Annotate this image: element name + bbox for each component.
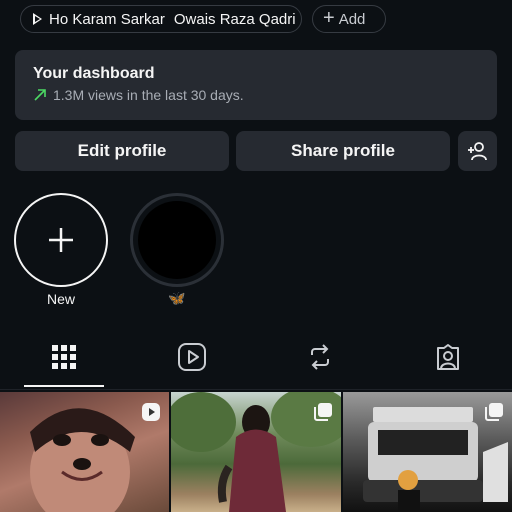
post-thumbnail[interactable] xyxy=(343,392,512,512)
reel-icon xyxy=(142,403,160,421)
song-artist: Owais Raza Qadri xyxy=(173,10,296,28)
add-person-button[interactable] xyxy=(458,131,497,171)
music-chip[interactable]: Ho Karam Sarkar Owais Raza Qadri xyxy=(20,5,302,33)
edit-profile-button[interactable]: Edit profile xyxy=(15,131,229,171)
play-icon xyxy=(33,13,42,25)
new-highlight-label: New xyxy=(46,291,75,307)
story-highlight[interactable] xyxy=(130,193,224,287)
post-thumbnail[interactable] xyxy=(171,392,341,512)
plus-icon xyxy=(49,228,73,252)
post-thumbnail[interactable] xyxy=(0,392,169,512)
tagged-icon xyxy=(437,344,459,370)
tab-divider xyxy=(0,389,512,390)
dashboard-title: Your dashboard xyxy=(33,65,155,82)
tab-selected-indicator xyxy=(24,385,104,387)
share-profile-button[interactable]: Share profile xyxy=(236,131,450,171)
tab-reposts[interactable] xyxy=(305,342,335,372)
tab-tagged[interactable] xyxy=(433,342,463,372)
grid-icon xyxy=(52,345,76,369)
add-label: Add xyxy=(338,10,366,28)
new-highlight-button[interactable] xyxy=(14,193,108,287)
dashboard-subtitle: 1.3M views in the last 30 days. xyxy=(33,87,479,103)
multiple-posts-icon xyxy=(314,403,332,421)
dashboard-views-text: 1.3M views in the last 30 days. xyxy=(53,87,244,103)
reels-icon xyxy=(178,343,206,371)
dashboard-card[interactable]: Your dashboard 1.3M views in the last 30… xyxy=(15,50,497,120)
add-person-icon xyxy=(467,142,487,161)
repost-icon xyxy=(311,344,329,370)
plus-icon: + xyxy=(323,7,335,29)
tab-posts-grid[interactable] xyxy=(49,342,79,372)
song-title: Ho Karam Sarkar xyxy=(49,10,165,28)
trend-up-arrow-icon xyxy=(34,89,46,101)
tab-reels[interactable] xyxy=(177,342,207,372)
story-highlight-label: 🦋 xyxy=(168,290,186,306)
story-highlight-cover xyxy=(138,201,216,279)
add-chip-button[interactable]: + Add xyxy=(312,5,386,33)
multiple-posts-icon xyxy=(485,403,503,421)
